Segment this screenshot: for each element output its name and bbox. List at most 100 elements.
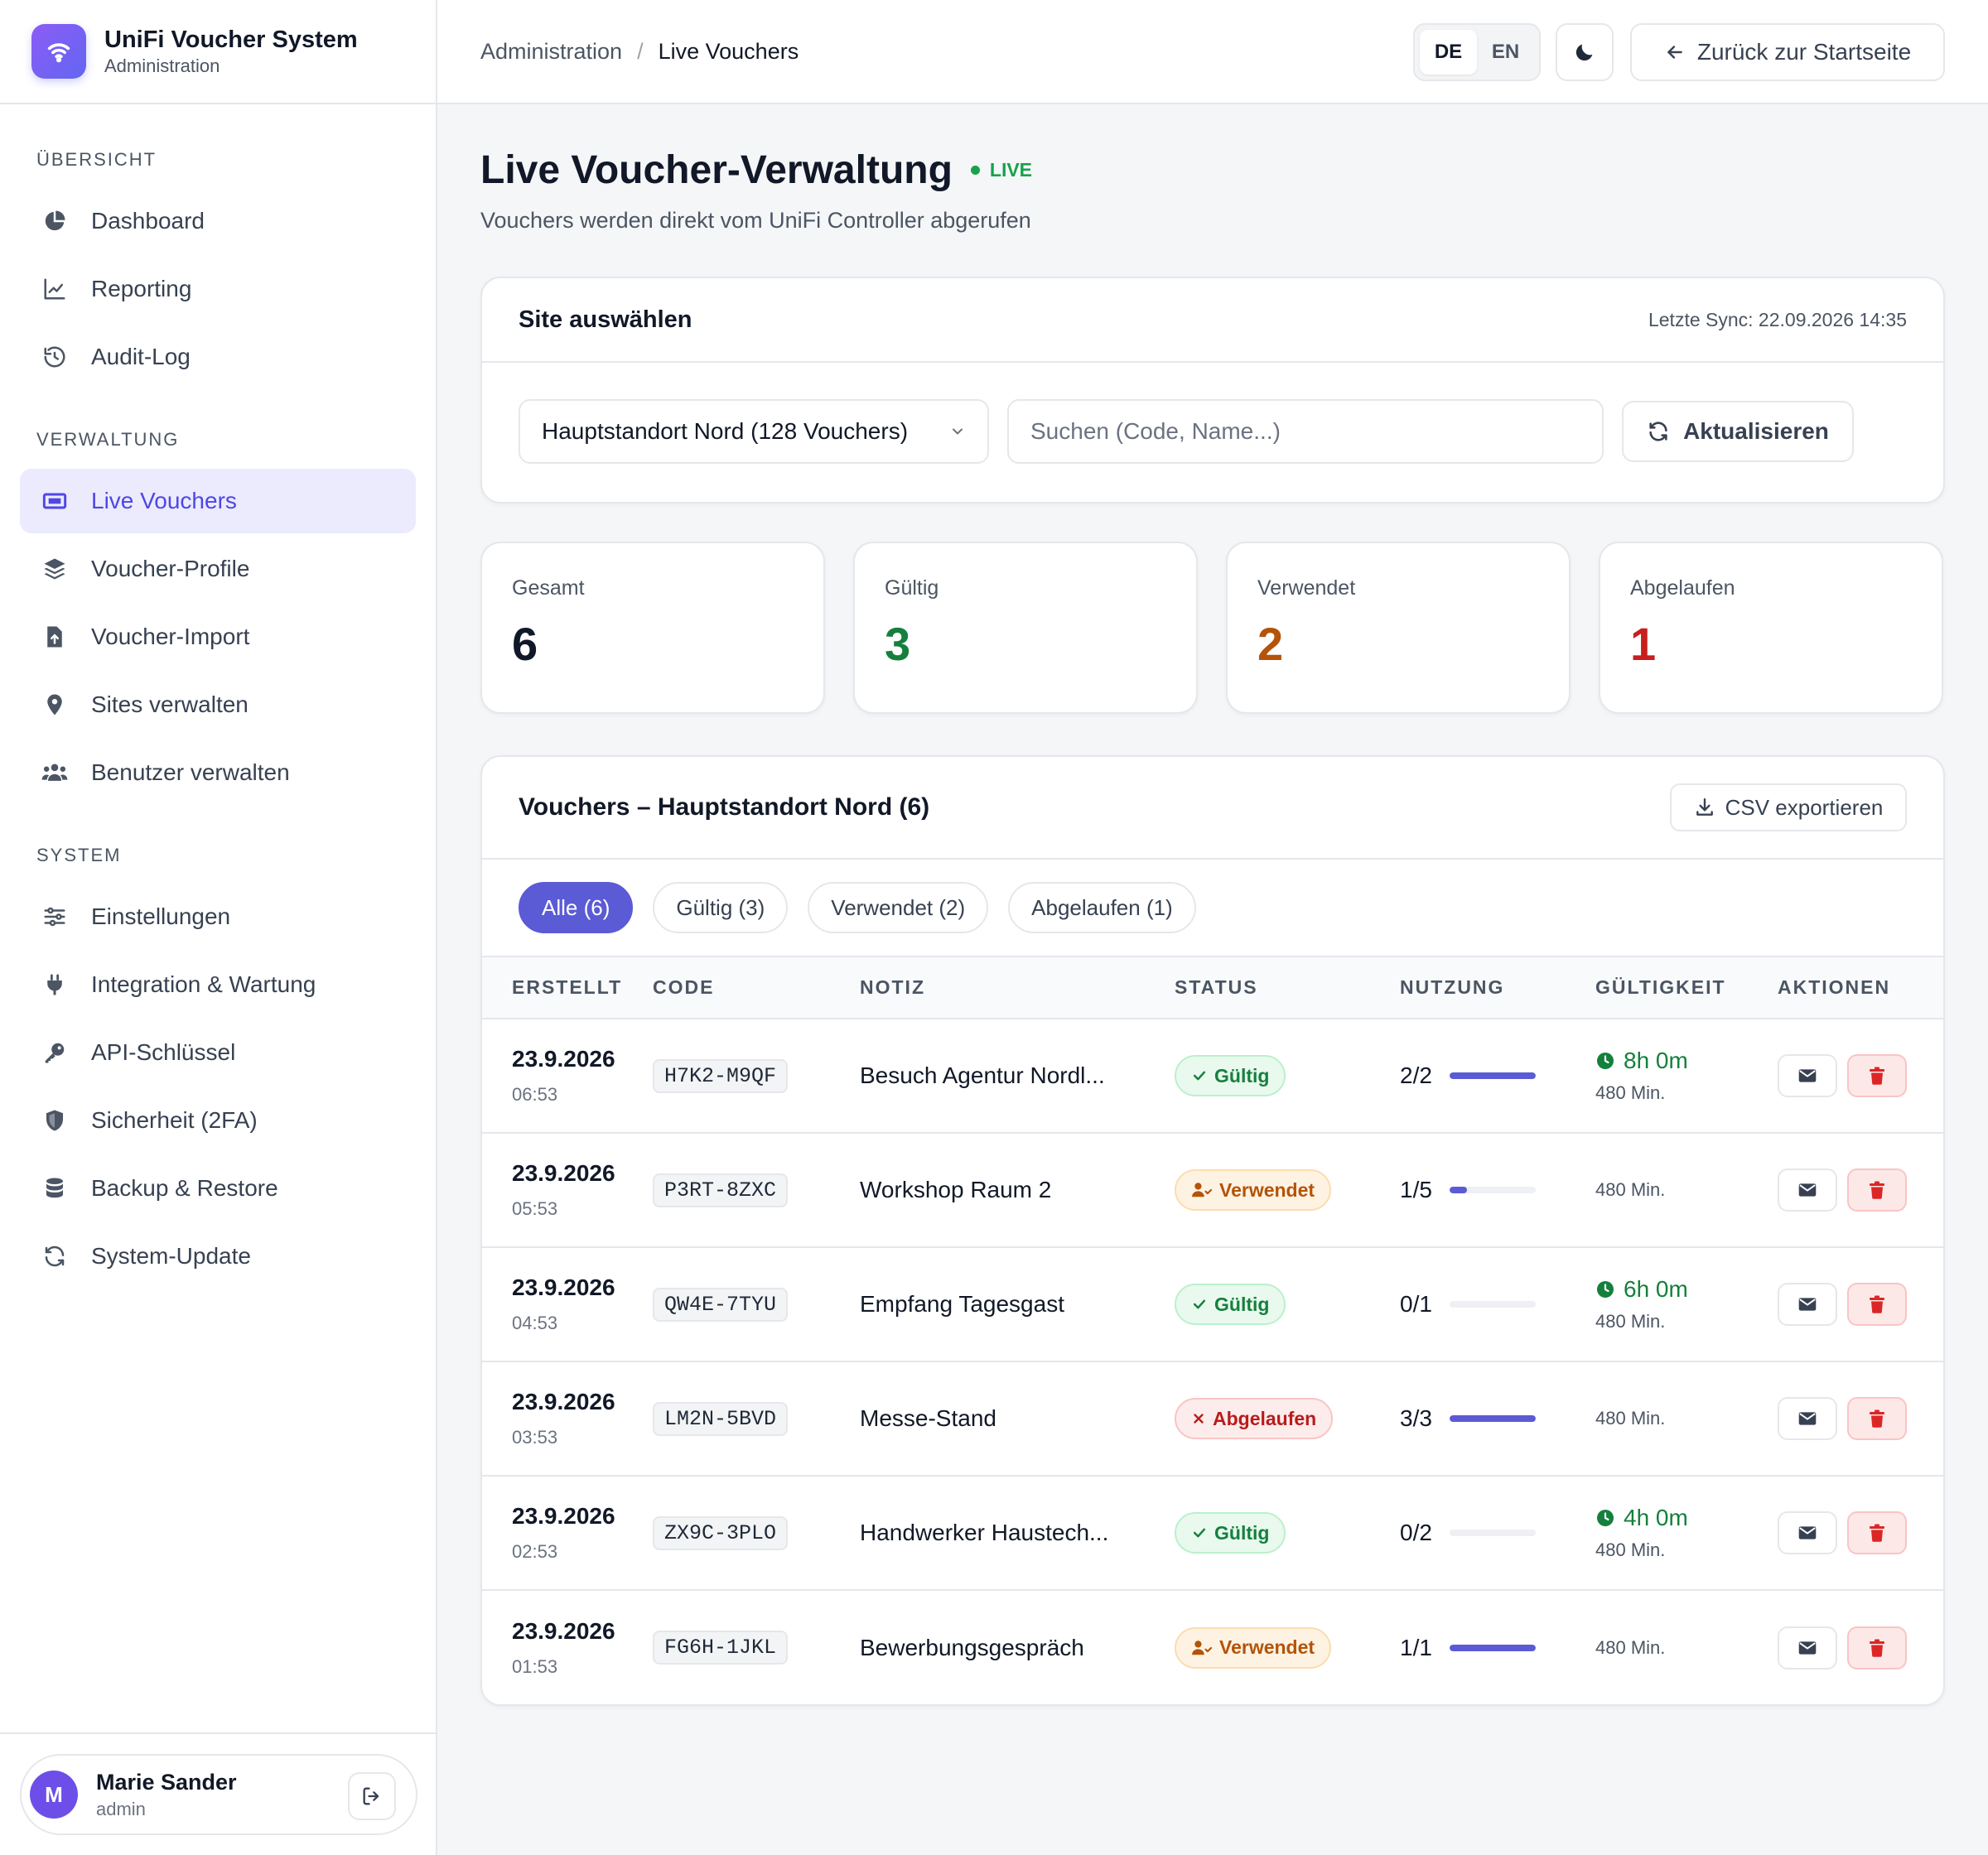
created-time: 06:53 (512, 1084, 558, 1105)
sidebar-item-reporting[interactable]: Reporting (20, 257, 416, 321)
file-upload-icon (41, 624, 68, 650)
sidebar-item-system-update[interactable]: System-Update (20, 1224, 416, 1289)
app-title: UniFi Voucher System (104, 26, 358, 53)
breadcrumb-parent[interactable]: Administration (480, 39, 622, 65)
send-email-button[interactable] (1778, 1168, 1837, 1212)
column-header-note[interactable]: NOTIZ (860, 957, 1175, 1019)
user-area: M Marie Sander admin (0, 1732, 437, 1855)
table-row[interactable]: 23.9.2026 05:53 P3RT-8ZXC Workshop Raum … (482, 1133, 1943, 1247)
avatar: M (30, 1771, 78, 1819)
status-badge: Verwendet (1175, 1169, 1332, 1211)
sidebar-item-voucher-profile[interactable]: Voucher-Profile (20, 537, 416, 601)
created-date: 23.9.2026 (512, 1274, 615, 1300)
validity-minutes: 480 Min. (1595, 1636, 1666, 1658)
validity-minutes: 480 Min. (1595, 1408, 1666, 1429)
page-subtitle: Vouchers werden direkt vom UniFi Control… (480, 208, 1031, 233)
table-row[interactable]: 23.9.2026 01:53 FG6H-1JKL Bewerbungsgesp… (482, 1590, 1943, 1704)
delete-voucher-button[interactable] (1847, 1054, 1907, 1097)
status-badge: Gültig (1175, 1284, 1286, 1325)
sidebar-item-sites[interactable]: Sites verwalten (20, 672, 416, 737)
column-header-code[interactable]: CODE (653, 957, 860, 1019)
sidebar-item-dashboard[interactable]: Dashboard (20, 189, 416, 253)
language-toggle: DE EN (1413, 23, 1541, 81)
voucher-code[interactable]: FG6H-1JKL (653, 1631, 789, 1665)
sidebar-item-api-keys[interactable]: API-Schlüssel (20, 1020, 416, 1085)
lang-en-button[interactable]: EN (1477, 30, 1534, 75)
stat-value: 6 (512, 618, 538, 670)
sidebar-item-security[interactable]: Sicherheit (2FA) (20, 1088, 416, 1153)
csv-export-button[interactable]: CSV exportieren (1670, 783, 1907, 831)
delete-voucher-button[interactable] (1847, 1168, 1907, 1212)
refresh-icon (41, 1243, 68, 1270)
column-header-created[interactable]: ERSTELLT (482, 957, 653, 1019)
column-header-usage[interactable]: NUTZUNG (1400, 957, 1595, 1019)
status-badge: Abgelaufen (1175, 1398, 1334, 1439)
usage-count: 2/2 (1400, 1062, 1432, 1088)
usage-cell: 0/2 (1400, 1520, 1595, 1546)
delete-voucher-button[interactable] (1847, 1283, 1907, 1326)
sidebar-item-label: Benutzer verwalten (91, 759, 290, 785)
sidebar-item-live-vouchers[interactable]: Live Vouchers (20, 469, 416, 533)
usage-progress-bar (1450, 1644, 1536, 1651)
status-label: Gültig (1214, 1293, 1270, 1315)
send-email-button[interactable] (1778, 1054, 1837, 1097)
refresh-icon (1649, 422, 1667, 441)
table-row[interactable]: 23.9.2026 06:53 H7K2-M9QF Besuch Agentur… (482, 1019, 1943, 1133)
x-icon (1194, 1414, 1204, 1424)
filter-valid[interactable]: Gültig (3) (653, 882, 789, 933)
lang-de-button[interactable]: DE (1420, 30, 1477, 75)
voucher-code[interactable]: QW4E-7TYU (653, 1287, 789, 1322)
voucher-note: Handwerker Haustech... (860, 1520, 1109, 1545)
live-badge: LIVE (970, 159, 1032, 181)
usage-progress-fill (1450, 1072, 1536, 1079)
column-header-validity[interactable]: GÜLTIGKEIT (1595, 957, 1778, 1019)
voucher-code[interactable]: P3RT-8ZXC (653, 1173, 789, 1207)
sidebar-item-integration[interactable]: Integration & Wartung (20, 952, 416, 1017)
delete-voucher-button[interactable] (1847, 1397, 1907, 1440)
voucher-code[interactable]: ZX9C-3PLO (653, 1515, 789, 1550)
filter-used[interactable]: Verwendet (2) (808, 882, 989, 933)
voucher-search-input[interactable] (1007, 399, 1604, 464)
sidebar-item-settings[interactable]: Einstellungen (20, 884, 416, 949)
filter-all[interactable]: Alle (6) (519, 882, 634, 933)
sidebar-item-label: Audit-Log (91, 344, 191, 369)
send-email-button[interactable] (1778, 1283, 1837, 1326)
filter-expired[interactable]: Abgelaufen (1) (1008, 882, 1196, 933)
row-actions (1778, 1168, 1943, 1212)
nav-section-title: VERWALTUNG (36, 429, 180, 450)
delete-voucher-button[interactable] (1847, 1511, 1907, 1554)
status-label: Verwendet (1219, 1178, 1315, 1201)
sidebar-item-backup[interactable]: Backup & Restore (20, 1156, 416, 1221)
voucher-code[interactable]: H7K2-M9QF (653, 1058, 789, 1093)
usage-progress-bar (1450, 1072, 1536, 1079)
table-row[interactable]: 23.9.2026 04:53 QW4E-7TYU Empfang Tagesg… (482, 1247, 1943, 1361)
sidebar-item-users[interactable]: Benutzer verwalten (20, 740, 416, 805)
stat-label: Verwendet (1257, 576, 1356, 600)
delete-voucher-button[interactable] (1847, 1626, 1907, 1670)
sidebar-item-audit-log[interactable]: Audit-Log (20, 325, 416, 389)
sidebar-item-label: Dashboard (91, 208, 205, 234)
column-header-status[interactable]: STATUS (1175, 957, 1400, 1019)
send-email-button[interactable] (1778, 1397, 1837, 1440)
table-row[interactable]: 23.9.2026 02:53 ZX9C-3PLO Handwerker Hau… (482, 1476, 1943, 1590)
theme-toggle-button[interactable] (1556, 23, 1614, 81)
sidebar-item-label: Einstellungen (91, 903, 231, 929)
refresh-button[interactable]: Aktualisieren (1622, 401, 1854, 462)
download-icon (1696, 798, 1713, 816)
sidebar: UniFi Voucher System Administration ÜBER… (0, 0, 437, 1855)
table-row[interactable]: 23.9.2026 03:53 LM2N-5BVD Messe-Stand Ab… (482, 1361, 1943, 1476)
sidebar-item-label: Sicherheit (2FA) (91, 1107, 258, 1133)
trash-icon (1870, 1524, 1884, 1542)
voucher-note: Bewerbungsgespräch (860, 1634, 1084, 1660)
sidebar-item-voucher-import[interactable]: Voucher-Import (20, 605, 416, 669)
site-select[interactable]: Hauptstandort Nord (128 Vouchers) (519, 399, 989, 464)
usage-count: 1/5 (1400, 1177, 1432, 1202)
back-to-home-button[interactable]: Zurück zur Startseite (1630, 23, 1945, 81)
trash-icon (1870, 1067, 1884, 1085)
voucher-code[interactable]: LM2N-5BVD (653, 1401, 789, 1436)
send-email-button[interactable] (1778, 1511, 1837, 1554)
logout-button[interactable] (348, 1772, 396, 1820)
stat-label: Gültig (885, 576, 939, 600)
send-email-button[interactable] (1778, 1626, 1837, 1670)
status-label: Abgelaufen (1213, 1407, 1317, 1429)
